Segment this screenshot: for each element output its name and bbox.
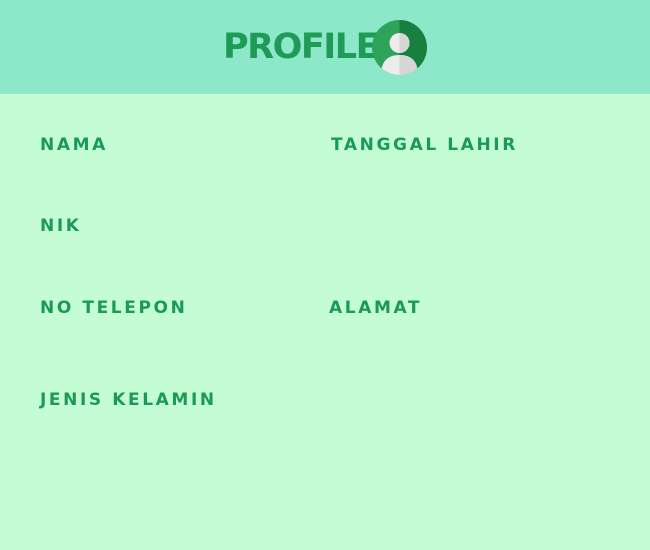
field-label-nama: NAMA [40,135,108,155]
user-avatar-icon [372,20,427,75]
field-label-tanggal-lahir: TANGGAL LAHIR [331,135,518,155]
page-title: PROFILE [223,27,380,67]
field-label-alamat: ALAMAT [329,298,423,318]
profile-header: PROFILE [0,0,650,94]
field-label-nik: NIK [40,216,82,236]
field-label-jenis-kelamin: JENIS KELAMIN [40,390,217,410]
field-label-no-telepon: NO TELEPON [40,298,188,318]
